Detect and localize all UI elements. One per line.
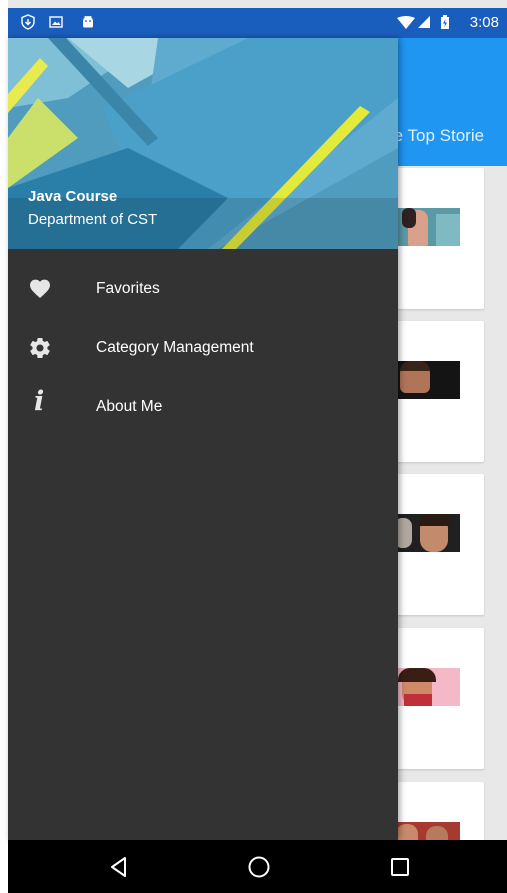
header-subtitle: Department of CST (28, 211, 158, 228)
android-icon (83, 15, 93, 28)
menu-item-about-me[interactable]: i About Me (8, 377, 398, 436)
story-thumbnail (390, 822, 460, 840)
gear-icon (30, 338, 50, 359)
navigation-drawer: Java Course Department of CST Favorites … (8, 38, 398, 840)
info-icon: i (34, 386, 45, 417)
image-notification-icon (49, 16, 63, 28)
story-thumbnail (390, 668, 460, 706)
drawer-menu: Favorites Category Management i About Me (8, 259, 398, 436)
battery-icon (441, 15, 449, 29)
back-icon[interactable] (104, 852, 134, 882)
status-time: 3:08 (469, 14, 499, 31)
menu-label-favorites: Favorites (96, 280, 160, 297)
shield-download-icon (21, 14, 35, 30)
heart-icon (30, 279, 50, 298)
recents-icon[interactable] (385, 852, 415, 882)
cellular-signal-icon (418, 16, 430, 28)
menu-item-favorites[interactable]: Favorites (8, 259, 398, 318)
menu-label-about-me: About Me (96, 398, 163, 415)
wifi-icon (397, 16, 415, 29)
menu-label-category-management: Category Management (96, 339, 254, 356)
drawer-header: Java Course Department of CST (8, 38, 398, 249)
status-bar: 3:08 (8, 8, 507, 38)
story-thumbnail (390, 361, 460, 399)
navigation-bar (8, 840, 507, 893)
tab-top-stories[interactable]: re Top Storie (388, 126, 484, 146)
story-thumbnail (390, 208, 460, 246)
header-title: Java Course (28, 188, 118, 205)
story-thumbnail (390, 514, 460, 552)
menu-item-category-management[interactable]: Category Management (8, 318, 398, 377)
home-icon[interactable] (244, 852, 274, 882)
